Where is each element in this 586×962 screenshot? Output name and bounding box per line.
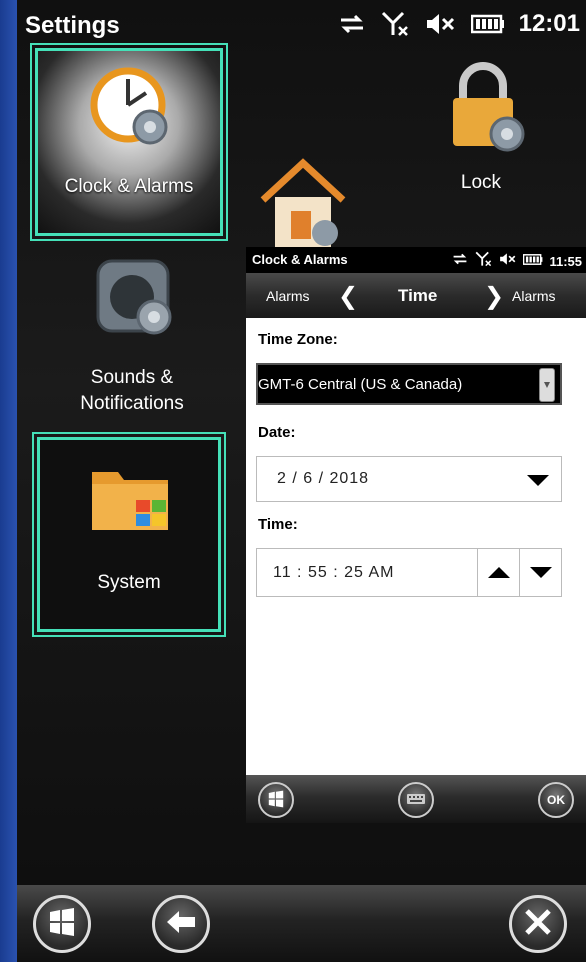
date-value: 2 / 6 / 2018 (277, 470, 370, 487)
folder-windows-icon (88, 460, 178, 545)
windows-start-icon (267, 790, 285, 811)
top-status-bar: Settings 12:01 (17, 0, 586, 44)
tile-system[interactable]: System (32, 432, 226, 637)
clock-alarms-panel: Clock & Alarms 11:55 Alarms ❮ Time ❯ Ala… (246, 247, 586, 823)
dropdown-scroll-icon[interactable] (539, 368, 555, 402)
status-icons: 12:01 (337, 10, 580, 38)
mute-icon[interactable] (425, 12, 457, 36)
battery-icon[interactable] (470, 13, 505, 35)
tile-label-sounds: Sounds & Notifications (80, 367, 184, 414)
windows-start-icon (47, 907, 77, 942)
arrow-up-icon (487, 567, 510, 578)
time-zone-select[interactable]: GMT-6 Central (US & Canada) (256, 363, 562, 405)
page-title: Settings (25, 12, 120, 39)
speaker-gear-icon (92, 255, 182, 350)
overlay-start-button[interactable] (258, 782, 294, 818)
tile-label-system: System (97, 572, 161, 593)
battery-icon[interactable] (523, 253, 543, 271)
status-time: 12:01 (518, 10, 580, 37)
network-sync-icon[interactable] (451, 252, 469, 271)
tile-home[interactable] (253, 155, 353, 250)
tab-next-label[interactable]: Alarms (512, 288, 556, 304)
close-button[interactable] (509, 895, 567, 953)
no-signal-icon[interactable] (475, 251, 493, 272)
time-zone-label: Time Zone: (258, 331, 338, 348)
chevron-right-icon[interactable]: ❯ (484, 282, 504, 311)
overlay-status-time: 11:55 (549, 254, 582, 269)
keyboard-button[interactable] (398, 782, 434, 818)
tab-navigation: Alarms ❮ Time ❯ Alarms (246, 273, 586, 318)
close-icon (523, 907, 553, 942)
tile-label-lock: Lock (460, 172, 502, 193)
ok-button[interactable]: OK (538, 782, 574, 818)
tab-prev-label[interactable]: Alarms (266, 288, 310, 304)
overlay-status-bar: Clock & Alarms 11:55 (246, 247, 586, 273)
network-sync-icon[interactable] (337, 12, 367, 36)
tab-current-label: Time (398, 286, 438, 305)
start-button[interactable] (33, 895, 91, 953)
no-signal-icon[interactable] (381, 11, 411, 37)
clock-gear-icon (88, 65, 178, 160)
bottom-app-bar (17, 885, 586, 962)
device-frame (0, 0, 17, 962)
house-gear-icon (253, 155, 353, 255)
back-button[interactable] (152, 895, 210, 953)
overlay-bottom-bar: OK (246, 775, 586, 823)
time-label: Time: (258, 516, 298, 533)
time-value: 11 : 55 : 25 AM (273, 564, 395, 581)
keyboard-icon (406, 793, 426, 808)
ok-label: OK (547, 793, 565, 807)
tile-label-clock: Clock & Alarms (64, 176, 194, 197)
overlay-status-icons: 11:55 (451, 251, 582, 272)
date-label: Date: (258, 424, 296, 441)
date-picker[interactable]: 2 / 6 / 2018 (256, 456, 562, 502)
chevron-down-icon[interactable] (527, 475, 549, 486)
back-arrow-icon (165, 909, 197, 940)
mute-icon[interactable] (499, 252, 517, 271)
time-decrement-button[interactable] (519, 549, 561, 596)
tile-sounds-notifications[interactable]: Sounds & Notifications (57, 255, 207, 425)
time-zone-value: GMT-6 Central (US & Canada) (258, 376, 463, 393)
tile-lock[interactable]: Lock (401, 60, 561, 220)
time-increment-button[interactable] (477, 549, 519, 596)
arrow-down-icon (529, 567, 552, 578)
time-picker[interactable]: 11 : 55 : 25 AM (256, 548, 562, 597)
tile-clock-alarms[interactable]: Clock & Alarms (30, 43, 228, 241)
overlay-title: Clock & Alarms (252, 252, 348, 267)
chevron-left-icon[interactable]: ❮ (338, 282, 358, 311)
lock-icon (441, 60, 531, 165)
